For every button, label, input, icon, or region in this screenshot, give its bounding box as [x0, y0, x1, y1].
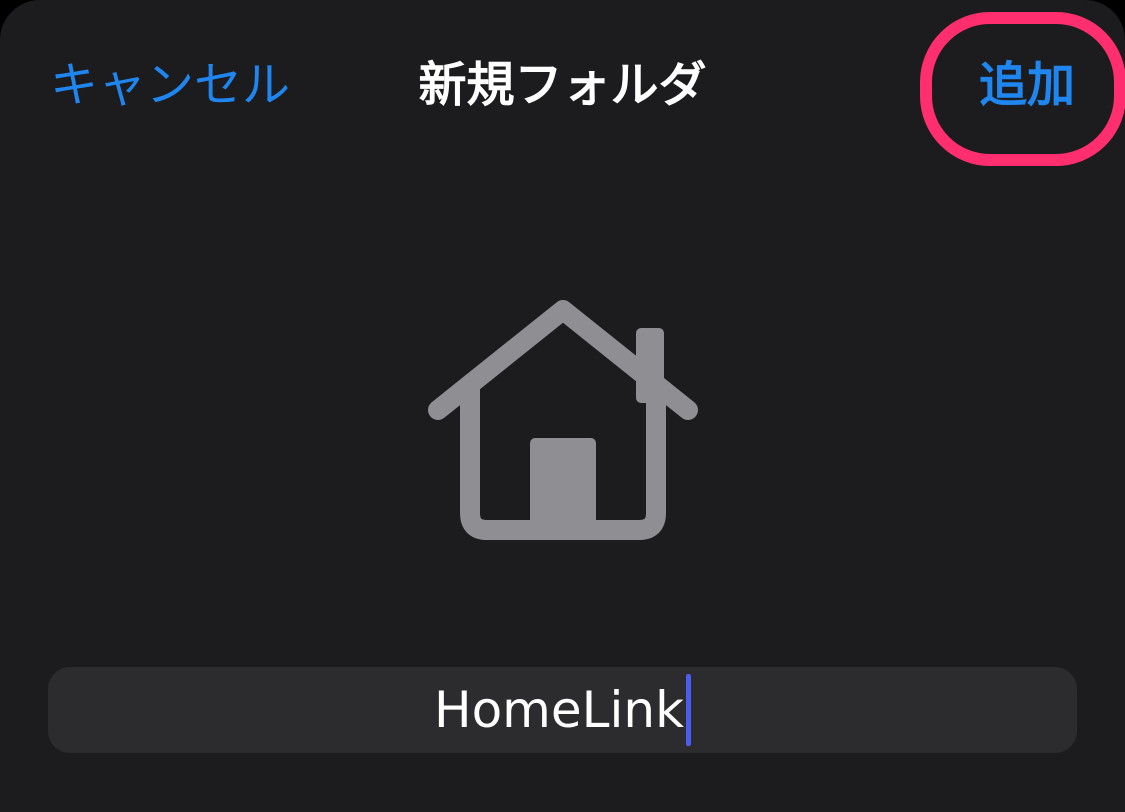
- text-cursor: [686, 674, 692, 746]
- page-title: 新規フォルダ: [418, 57, 707, 113]
- add-button[interactable]: 追加: [979, 50, 1075, 120]
- folder-name-value[interactable]: HomeLink: [434, 667, 684, 753]
- folder-name-field[interactable]: HomeLink: [48, 667, 1077, 753]
- house-icon: [428, 300, 698, 540]
- new-folder-sheet: キャンセル 新規フォルダ 追加 HomeLink: [0, 0, 1125, 812]
- navigation-bar: キャンセル 新規フォルダ 追加: [0, 0, 1125, 170]
- folder-icon-picker[interactable]: [418, 290, 708, 550]
